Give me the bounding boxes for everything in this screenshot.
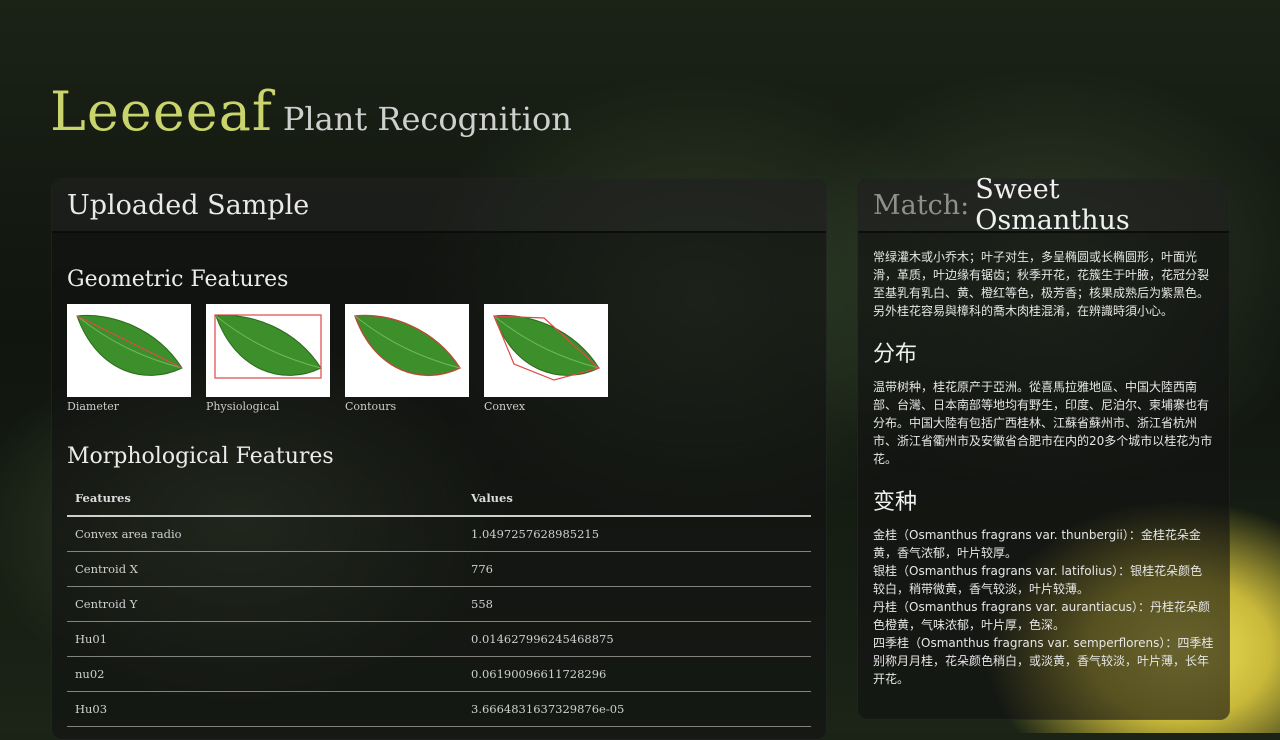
feature-value-cell: 0.014627996245468875 — [467, 621, 811, 657]
table-row: Convex area radio 1.0497257628985215 — [67, 516, 811, 552]
feature-name-cell: Hu03 — [67, 691, 467, 727]
distribution-section: 温带树种，桂花原产于亞洲。從喜馬拉雅地區、中国大陸西南部、台灣、日本南部等地均有… — [858, 378, 1229, 468]
feature-label: Diameter — [67, 400, 120, 413]
feature-value-cell: 558 — [467, 586, 811, 622]
leaf-convex-image — [484, 304, 608, 397]
leaf-contours-image — [345, 304, 469, 397]
feature-value-cell: 776 — [467, 551, 811, 587]
panel-header: Uploaded Sample — [52, 179, 826, 233]
feature-label: Contours — [345, 400, 397, 413]
column-header-values: Values — [467, 481, 811, 517]
geometric-features-title: Geometric Features — [67, 267, 289, 292]
brand-logo-text: Leeeeaf — [50, 80, 273, 143]
match-panel: Match: Sweet Osmanthus 常绿灌木或小乔木；叶子对生，多呈椭… — [857, 174, 1230, 720]
description-note: 另外桂花容易與樟科的喬木肉桂混淆，在辨識時須小心。 — [873, 304, 1174, 318]
match-prefix: Match: — [873, 189, 970, 221]
feature-card-contours[interactable]: Contours — [345, 304, 469, 413]
table-row: Hu01 0.014627996245468875 — [67, 621, 811, 657]
table-row: Centroid X 776 — [67, 551, 811, 587]
table-header-row: Features Values — [67, 481, 811, 517]
list-item: 丹桂（Osmanthus fragrans var. aurantiacus）：… — [873, 600, 1211, 632]
feature-label: Physiological — [206, 400, 280, 413]
morphological-features-table: Features Values Convex area radio 1.0497… — [67, 481, 811, 727]
feature-value-cell: 1.0497257628985215 — [467, 516, 811, 552]
feature-name-cell: nu02 — [67, 656, 467, 692]
table-row: Hu03 3.6664831637329876e-05 — [67, 691, 811, 727]
feature-name-cell: Hu01 — [67, 621, 467, 657]
plant-description: 常绿灌木或小乔木；叶子对生，多呈椭圆或长椭圆形，叶面光滑，革质，叶边缘有锯齿；秋… — [858, 248, 1229, 320]
table-row: nu02 0.06190096611728296 — [67, 656, 811, 692]
column-header-features: Features — [67, 481, 467, 517]
varieties-list: 金桂（Osmanthus fragrans var. thunbergii）：金… — [858, 526, 1229, 688]
distribution-title: 分布 — [873, 342, 918, 367]
feature-label: Convex — [484, 400, 526, 413]
feature-card-convex[interactable]: Convex — [484, 304, 608, 413]
feature-name-cell: Convex area radio — [67, 516, 467, 552]
match-plant-name: Sweet Osmanthus — [975, 174, 1130, 236]
feature-value-cell: 3.6664831637329876e-05 — [467, 691, 811, 727]
list-item: 金桂（Osmanthus fragrans var. thunbergii）：金… — [873, 528, 1201, 560]
uploaded-sample-title: Uploaded Sample — [67, 189, 310, 221]
uploaded-sample-panel: Uploaded Sample Geometric Features Diame… — [51, 178, 827, 740]
table-row: Centroid Y 558 — [67, 586, 811, 622]
feature-name-cell: Centroid X — [67, 551, 467, 587]
feature-value-cell: 0.06190096611728296 — [467, 656, 811, 692]
description-text: 常绿灌木或小乔木；叶子对生，多呈椭圆或长椭圆形，叶面光滑，革质，叶边缘有锯齿；秋… — [873, 250, 1210, 300]
app-subtitle: Plant Recognition — [282, 100, 572, 138]
feature-card-physiological[interactable]: Physiological — [206, 304, 330, 413]
app-title: Leeeeaf Plant Recognition — [50, 80, 572, 143]
feature-card-diameter[interactable]: Diameter — [67, 304, 191, 413]
geometric-feature-list: Diameter Physiological Contours Convex — [67, 304, 608, 413]
varieties-title: 变种 — [873, 490, 918, 515]
list-item: 四季桂（Osmanthus fragrans var. semperfloren… — [873, 636, 1214, 686]
list-item: 银桂（Osmanthus fragrans var. latifolius）：银… — [873, 564, 1203, 596]
leaf-physiological-image — [206, 304, 330, 397]
distribution-text: 温带树种，桂花原产于亞洲。從喜馬拉雅地區、中国大陸西南部、台灣、日本南部等地均有… — [873, 380, 1213, 466]
leaf-diameter-image — [67, 304, 191, 397]
morphological-features-title: Morphological Features — [67, 444, 334, 469]
panel-header: Match: Sweet Osmanthus — [858, 174, 1229, 236]
feature-name-cell: Centroid Y — [67, 586, 467, 622]
